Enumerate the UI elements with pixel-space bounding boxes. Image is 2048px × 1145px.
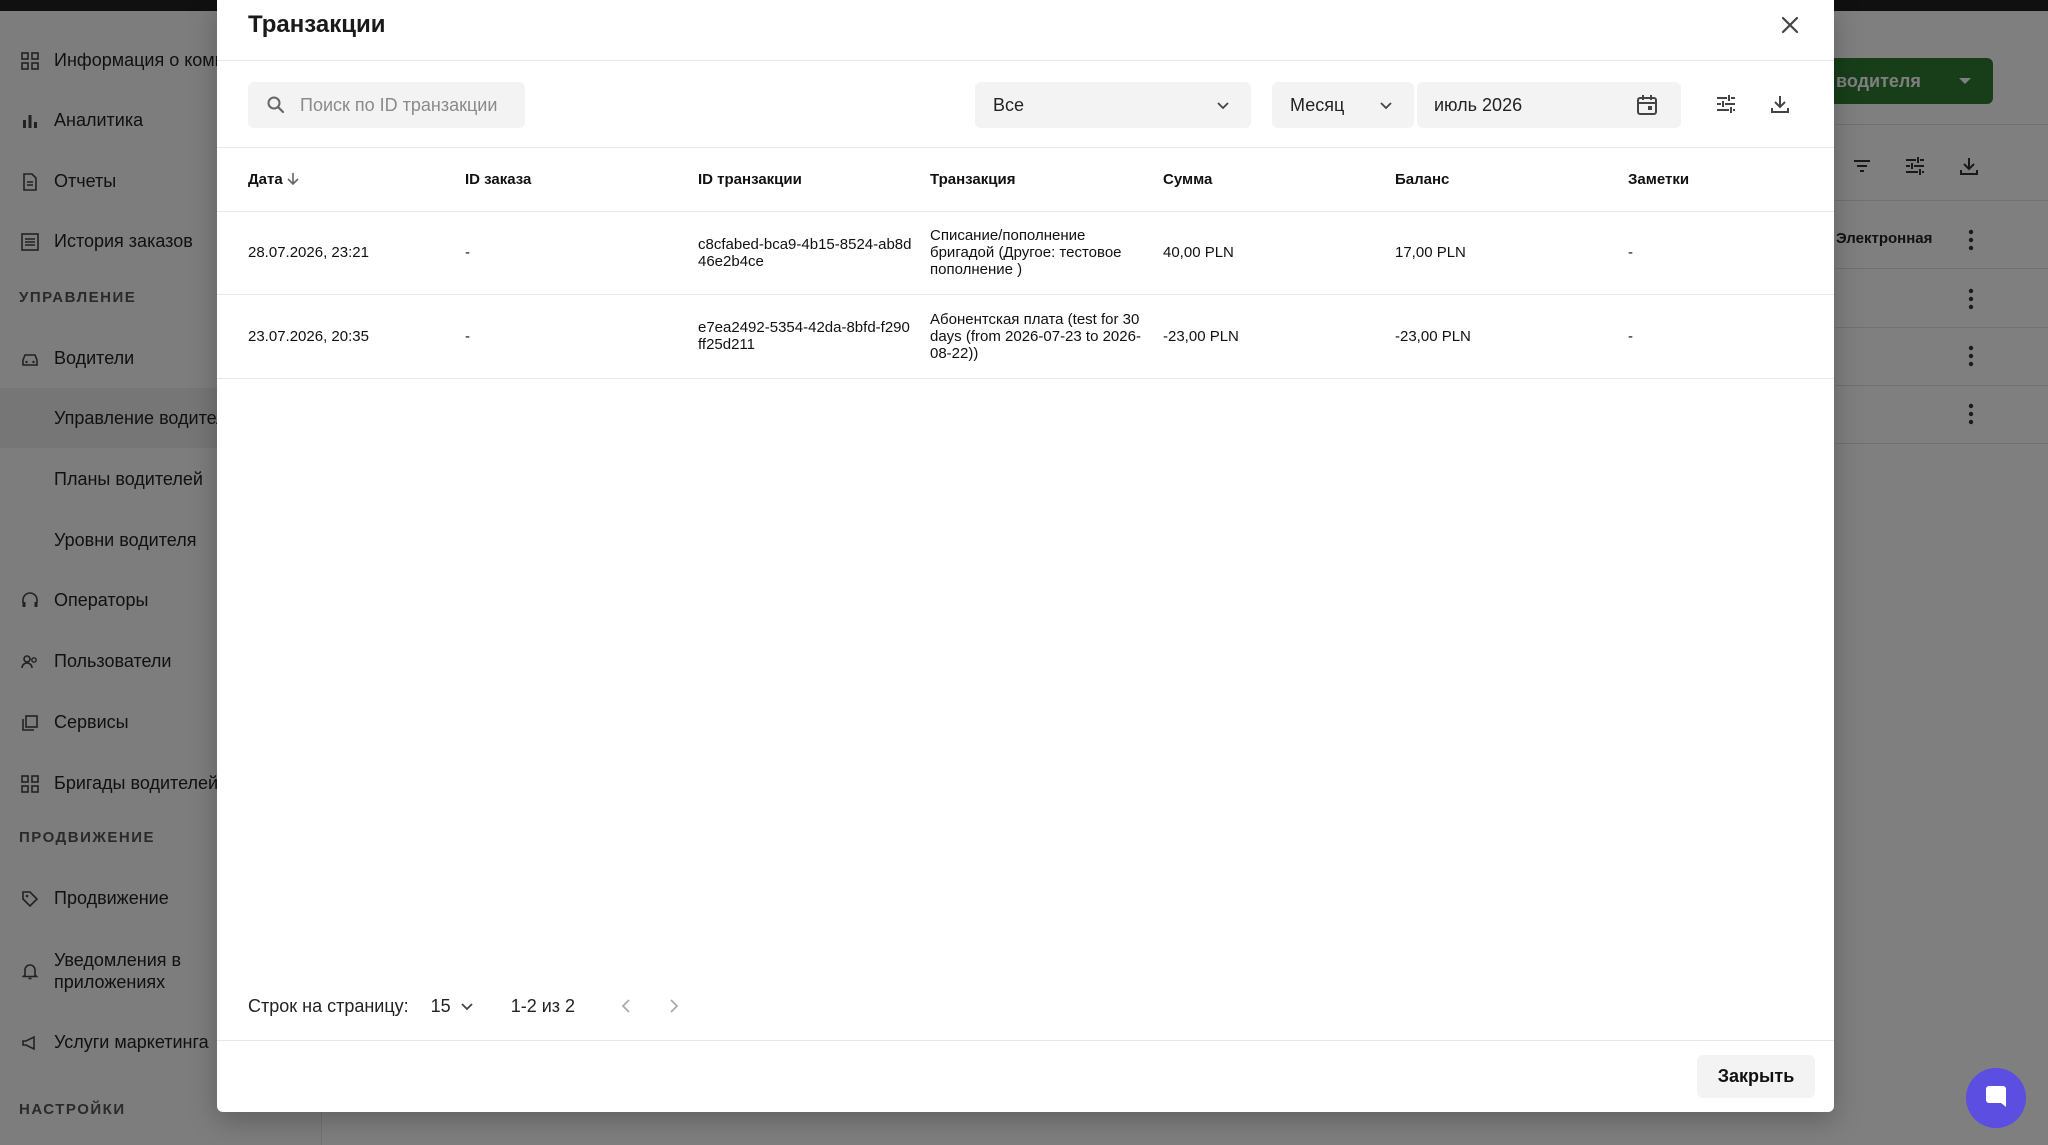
arrow-down-icon: [287, 172, 299, 185]
tune-icon[interactable]: [1714, 92, 1738, 116]
cell-balance: 17,00 PLN: [1395, 211, 1628, 295]
cell-notes: -: [1628, 211, 1834, 295]
transaction-type-select[interactable]: Все: [975, 82, 1251, 128]
cell-date: 28.07.2026, 23:21: [217, 211, 465, 295]
rows-per-page-label: Строк на страницу:: [248, 995, 409, 1016]
chat-widget-button[interactable]: [1966, 1068, 2026, 1128]
cell-date: 23.07.2026, 20:35: [217, 294, 465, 379]
select-value: Месяц: [1290, 94, 1345, 115]
chevron-right-icon[interactable]: [663, 996, 683, 1016]
column-header-order-id: ID заказа: [465, 148, 698, 212]
table-row: 23.07.2026, 20:35 - e7ea2492-5354-42da-8…: [217, 294, 1834, 379]
rows-per-page-select[interactable]: 15: [431, 996, 475, 1017]
cell-transaction-id: c8cfabed-bca9-4b15-8524-ab8d46e2b4ce: [698, 211, 930, 295]
pagination: Строк на страницу: 15 1-2 из 2: [248, 990, 709, 1022]
filter-toolbar: Все Месяц июль 2026: [217, 61, 1834, 148]
cell-order-id: -: [465, 211, 698, 295]
chevron-left-icon[interactable]: [617, 996, 637, 1016]
page-range: 1-2 из 2: [510, 995, 576, 1016]
dialog-title: Транзакции: [248, 11, 386, 38]
cell-transaction: Списание/пополнение бригадой (Другое: те…: [930, 211, 1163, 295]
cell-amount: -23,00 PLN: [1163, 294, 1395, 379]
date-value: июль 2026: [1434, 94, 1523, 115]
search-box: [248, 82, 525, 128]
cell-order-id: -: [465, 294, 698, 379]
close-icon[interactable]: [1778, 13, 1802, 37]
cell-transaction-id: e7ea2492-5354-42da-8bfd-f290ff25d211: [698, 294, 930, 379]
cell-amount: 40,00 PLN: [1163, 211, 1395, 295]
cell-transaction: Абонентская плата (test for 30 days (fro…: [930, 294, 1163, 379]
chevron-down-icon: [1217, 102, 1229, 110]
transactions-table: Дата ID заказа ID транзакции Транзакция …: [217, 148, 1834, 379]
chat-icon: [1986, 1086, 2006, 1107]
column-header-date[interactable]: Дата: [217, 148, 465, 212]
period-select[interactable]: Месяц: [1272, 82, 1414, 128]
download-icon[interactable]: [1768, 92, 1792, 116]
dialog-header: Транзакции: [217, 0, 1834, 61]
table-header-row: Дата ID заказа ID транзакции Транзакция …: [217, 148, 1834, 212]
select-value: Все: [993, 94, 1025, 115]
calendar-icon[interactable]: [1635, 93, 1659, 117]
column-header-amount: Сумма: [1163, 148, 1395, 212]
table-row: 28.07.2026, 23:21 - c8cfabed-bca9-4b15-8…: [217, 211, 1834, 295]
close-button[interactable]: Закрыть: [1697, 1055, 1815, 1098]
transactions-dialog: Транзакции Все Месяц июль 2026 Дата: [217, 0, 1834, 1112]
search-input[interactable]: [300, 94, 520, 116]
chevron-down-icon: [1380, 102, 1392, 110]
dialog-footer: Закрыть: [217, 1040, 1834, 1112]
column-header-balance: Баланс: [1395, 148, 1628, 212]
cell-notes: -: [1628, 294, 1834, 379]
column-header-notes: Заметки: [1628, 148, 1834, 212]
column-header-transaction: Транзакция: [930, 148, 1163, 212]
cell-balance: -23,00 PLN: [1395, 294, 1628, 379]
month-picker[interactable]: июль 2026: [1417, 82, 1681, 128]
search-icon: [267, 96, 285, 114]
column-header-transaction-id: ID транзакции: [698, 148, 930, 212]
chevron-down-icon: [461, 1003, 473, 1011]
